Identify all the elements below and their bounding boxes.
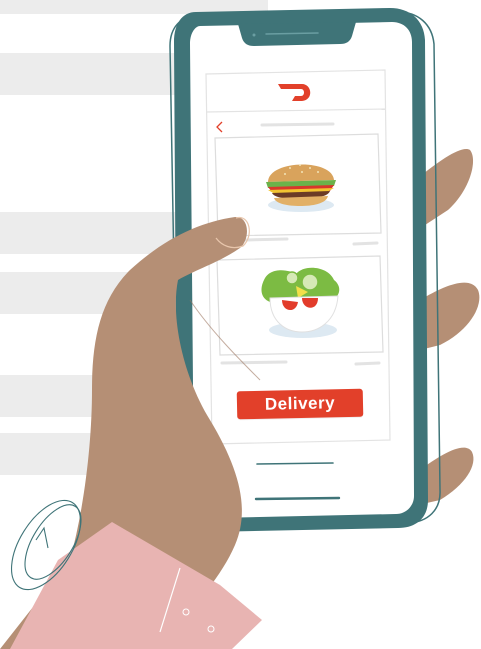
delivery-button[interactable]: Delivery <box>236 388 364 420</box>
phone-hand-illustration <box>0 8 480 649</box>
tab-indicator-bottom <box>254 496 341 501</box>
burger-icon <box>266 164 336 212</box>
tab-indicator-top <box>256 462 334 465</box>
salad-icon <box>261 267 340 338</box>
